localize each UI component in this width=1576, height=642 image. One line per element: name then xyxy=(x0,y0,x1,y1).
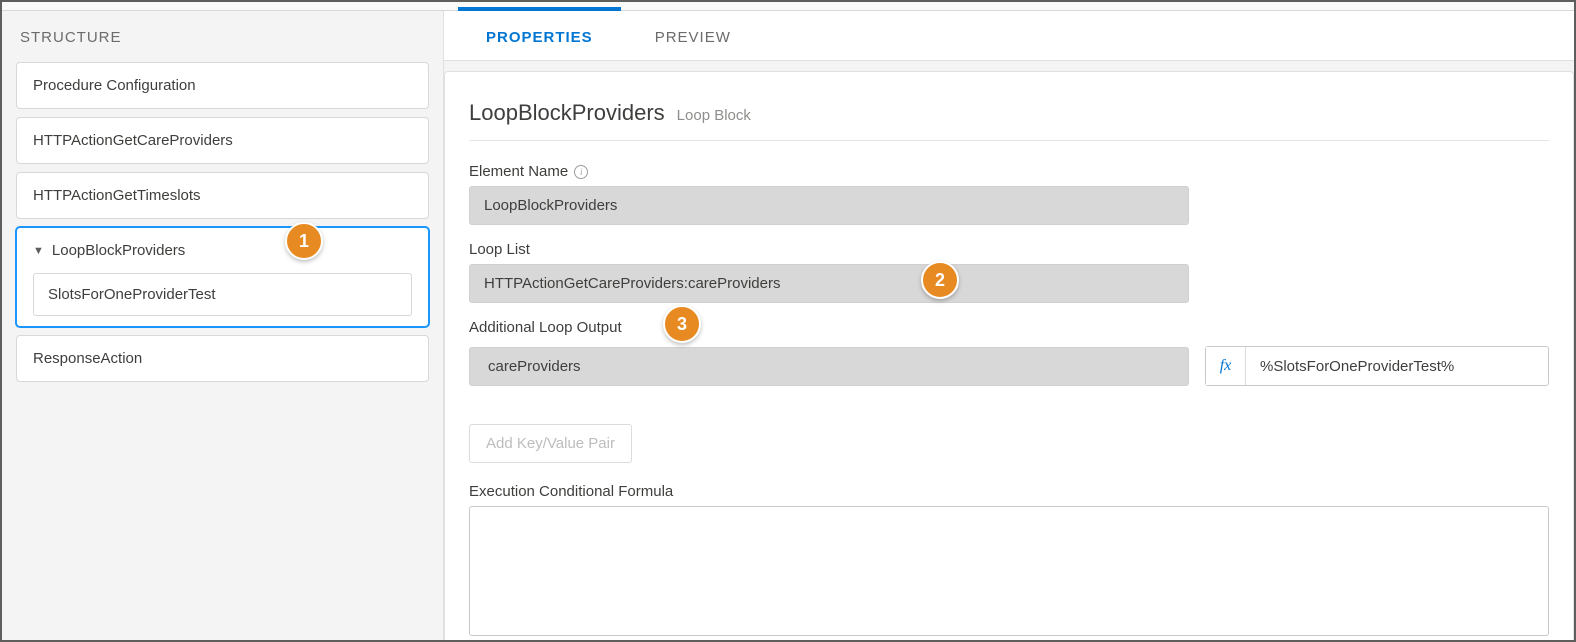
field-label: Additional Loop Output xyxy=(469,319,1549,336)
info-icon[interactable]: i xyxy=(574,165,588,179)
add-key-value-button[interactable]: Add Key/Value Pair xyxy=(469,424,632,463)
tree-item-label: LoopBlockProviders xyxy=(52,242,185,259)
field-element-name: Element Name i LoopBlockProviders xyxy=(469,163,1549,225)
structure-tree: Procedure Configuration HTTPActionGetCar… xyxy=(2,58,443,404)
kv-value-input[interactable]: fx %SlotsForOneProviderTest% xyxy=(1205,346,1549,386)
label-text: Loop List xyxy=(469,241,530,258)
fx-icon[interactable]: fx xyxy=(1206,347,1246,385)
tab-preview[interactable]: PREVIEW xyxy=(627,11,759,60)
tree-item-label: ResponseAction xyxy=(33,350,142,367)
element-name-input[interactable]: LoopBlockProviders xyxy=(469,186,1189,225)
top-border xyxy=(2,2,1574,11)
kv-row: careProviders fx %SlotsForOneProviderTes… xyxy=(469,346,1549,386)
label-text: Element Name xyxy=(469,163,568,180)
tree-item-http-get-care-providers[interactable]: HTTPActionGetCareProviders xyxy=(16,117,429,164)
properties-panel: LoopBlockProviders Loop Block Element Na… xyxy=(444,71,1574,640)
panel-title-row: LoopBlockProviders Loop Block xyxy=(469,100,1549,141)
content-area: PROPERTIES PREVIEW LoopBlockProviders Lo… xyxy=(444,11,1574,640)
loop-list-input[interactable]: HTTPActionGetCareProviders:careProviders xyxy=(469,264,1189,303)
tree-item-label: HTTPActionGetTimeslots xyxy=(33,187,201,204)
field-additional-loop-output: Additional Loop Output 3 careProviders f… xyxy=(469,319,1549,386)
tab-properties[interactable]: PROPERTIES xyxy=(458,7,621,60)
label-text: Additional Loop Output xyxy=(469,319,622,336)
field-loop-list: Loop List HTTPActionGetCareProviders:car… xyxy=(469,241,1549,303)
tabs: PROPERTIES PREVIEW xyxy=(444,11,1574,61)
tree-item-response-action[interactable]: ResponseAction xyxy=(16,335,429,382)
structure-sidebar: STRUCTURE Procedure Configuration HTTPAc… xyxy=(2,11,444,640)
tree-item-label: HTTPActionGetCareProviders xyxy=(33,132,233,149)
sidebar-title: STRUCTURE xyxy=(2,11,443,58)
field-label: Element Name i xyxy=(469,163,1549,180)
chevron-down-icon: ▼ xyxy=(33,245,44,257)
main-row: STRUCTURE Procedure Configuration HTTPAc… xyxy=(2,11,1574,640)
panel-title: LoopBlockProviders xyxy=(469,100,665,126)
tree-item-http-get-timeslots[interactable]: HTTPActionGetTimeslots xyxy=(16,172,429,219)
callout-badge-1: 1 xyxy=(285,222,323,260)
formula-label: Execution Conditional Formula xyxy=(469,483,1549,500)
tree-child-label: SlotsForOneProviderTest xyxy=(48,286,216,303)
panel-wrap: LoopBlockProviders Loop Block Element Na… xyxy=(444,61,1574,640)
kv-key-input[interactable]: careProviders xyxy=(469,347,1189,386)
tree-item-header: ▼ LoopBlockProviders xyxy=(27,238,418,267)
tree-item-loop-block-providers[interactable]: ▼ LoopBlockProviders SlotsForOneProvider… xyxy=(16,227,429,327)
field-label: Loop List xyxy=(469,241,1549,258)
panel-subtitle: Loop Block xyxy=(677,107,751,124)
callout-badge-3: 3 xyxy=(663,305,701,343)
tree-child-slots-for-one-provider[interactable]: SlotsForOneProviderTest xyxy=(33,273,412,316)
kv-value-text: %SlotsForOneProviderTest% xyxy=(1246,358,1468,375)
formula-textarea[interactable] xyxy=(469,506,1549,636)
tree-item-procedure-configuration[interactable]: Procedure Configuration xyxy=(16,62,429,109)
tree-item-label: Procedure Configuration xyxy=(33,77,196,94)
app-viewport: STRUCTURE Procedure Configuration HTTPAc… xyxy=(0,0,1576,642)
callout-badge-2: 2 xyxy=(921,261,959,299)
